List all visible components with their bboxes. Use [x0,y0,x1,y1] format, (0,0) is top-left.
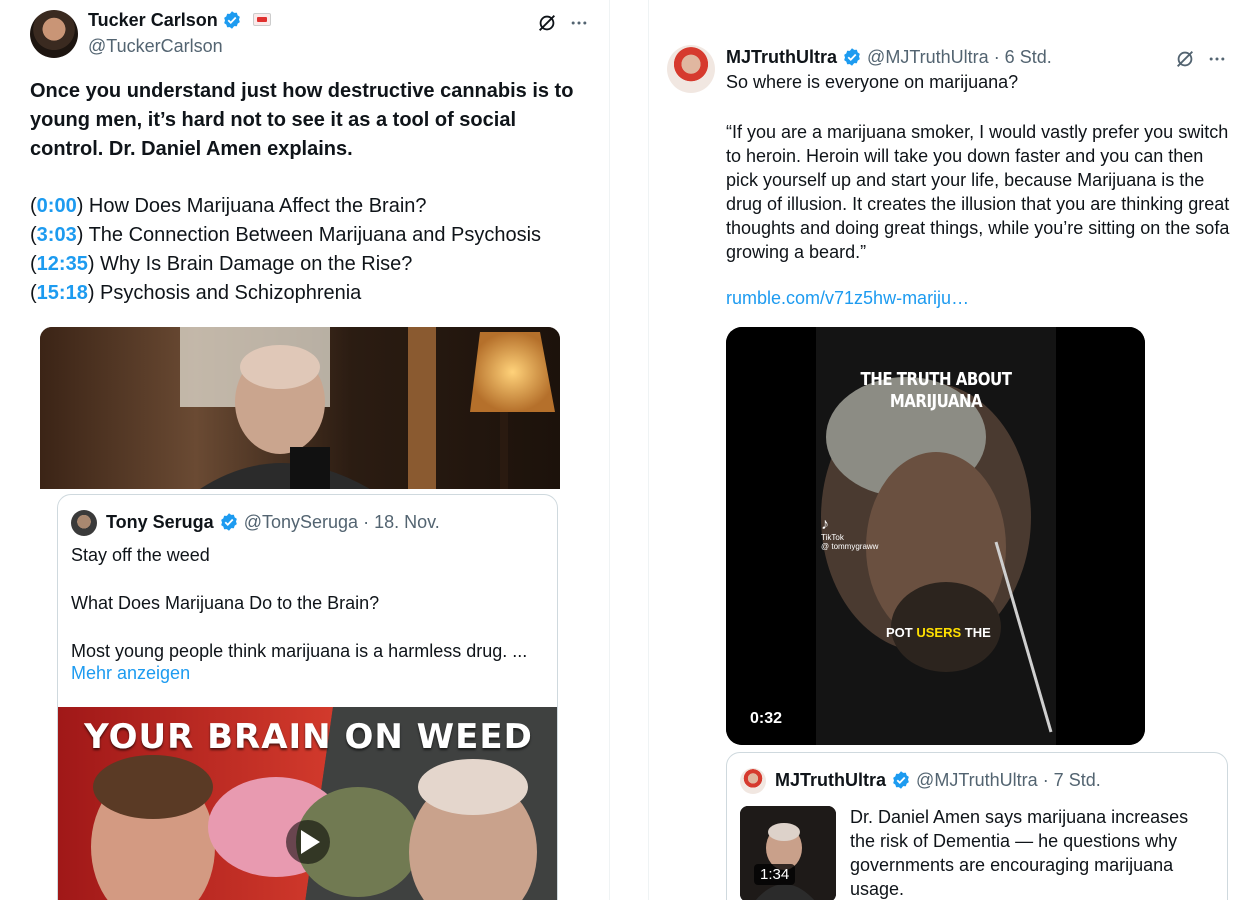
more-options-icon[interactable] [1205,47,1229,71]
chapter-item: (0:00) How Does Marijuana Affect the Bra… [30,195,427,217]
video-player[interactable]: THE TRUTH ABOUT MARIJUANA ♪ TikTok @ tom… [726,327,1145,745]
author-handle[interactable]: @TuckerCarlson [88,36,223,57]
quoted-line: Stay off the weed [71,545,210,565]
author-name[interactable]: MJTruthUltra [726,47,837,67]
post-time[interactable]: · 6 Std. [994,47,1052,67]
quoted-author-handle[interactable]: @MJTruthUltra [916,770,1038,790]
quoted-post[interactable]: MJTruthUltra @MJTruthUltra · 7 Std. 1:34… [726,752,1228,900]
rumble-link[interactable]: rumble.com/v71z5hw-mariju… [726,288,969,309]
grok-icon[interactable] [535,11,559,35]
verified-badge-icon [844,48,860,66]
chapter-title: The Connection Between Marijuana and Psy… [88,224,542,246]
video-caption: POT USERS THE [886,625,991,640]
video-frame [40,327,560,489]
quoted-video-thumbnail[interactable]: 1:34 [740,806,836,900]
quoted-author-name[interactable]: MJTruthUltra [775,770,886,790]
chapter-title: Psychosis and Schizophrenia [100,282,362,304]
affiliate-badge-icon [252,13,271,26]
author-name-row: MJTruthUltra @MJTruthUltra · 6 Std. [726,47,1052,68]
verified-badge-icon [224,11,241,29]
verified-badge-icon [893,771,909,789]
grok-icon[interactable] [1173,47,1197,71]
author-name-row[interactable]: Tucker Carlson [88,10,271,31]
more-options-icon[interactable] [567,11,591,35]
caption-highlight: USERS [916,625,962,640]
video-player[interactable] [40,327,560,489]
chapter-list: (0:00) How Does Marijuana Affect the Bra… [30,192,590,308]
chapter-title: Why Is Brain Damage on the Rise? [100,253,413,275]
quoted-post-time[interactable]: · 7 Std. [1043,770,1101,790]
show-more-link[interactable]: Mehr anzeigen [71,663,190,684]
quoted-video-thumbnail[interactable]: YOUR BRAIN ON WEED [58,707,557,900]
caption-part: THE [961,625,991,640]
video-overlay-title: THE TRUTH ABOUT MARIJUANA [860,368,1012,412]
chapter-item: (3:03) The Connection Between Marijuana … [30,224,542,246]
chapter-item: (12:35) Why Is Brain Damage on the Rise? [30,253,413,275]
right-post: MJTruthUltra @MJTruthUltra · 6 Std. So w… [648,0,1238,900]
quoted-post-text: Dr. Daniel Amen says marijuana increases… [850,807,1189,899]
quoted-line: What Does Marijuana Do to the Brain? [71,593,380,613]
video-duration: 1:34 [754,864,796,885]
tiktok-label: TikTok [821,533,844,542]
quoted-author-avatar[interactable] [740,768,766,794]
post-quote-text: “If you are a marijuana smoker, I would … [726,122,1230,262]
author-handle[interactable]: @MJTruthUltra [867,47,989,67]
quoted-author-row: Tony Seruga @TonySeruga · 18. Nov. [106,512,440,533]
quoted-author-avatar[interactable] [71,510,97,536]
thumbnail-title: YOUR BRAIN ON WEED [84,717,533,757]
caption-part: POT [886,625,917,640]
author-avatar[interactable] [667,45,715,93]
quoted-author-name[interactable]: Tony Seruga [106,512,214,532]
author-avatar[interactable] [30,10,78,58]
quoted-author-handle[interactable]: @TonySeruga [244,512,358,532]
chapter-timestamp-link[interactable]: 0:00 [37,195,77,217]
tiktok-icon: ♪ [821,516,829,533]
verified-badge-icon [220,513,237,531]
thumbnail-image [740,806,836,900]
quoted-line: Most young people think marijuana is a h… [71,641,528,661]
tiktok-user: @ tommygraww [821,542,879,551]
chapter-timestamp-link[interactable]: 3:03 [37,224,77,246]
chapter-item: (15:18) Psychosis and Schizophrenia [30,282,362,304]
author-name[interactable]: Tucker Carlson [88,10,218,30]
quoted-author-row: MJTruthUltra @MJTruthUltra · 7 Std. [775,770,1101,791]
post-text-intro: So where is everyone on marijuana? [726,72,1019,92]
quoted-post[interactable]: Tony Seruga @TonySeruga · 18. Nov. Stay … [57,494,558,900]
post-text: Once you understand just how destructive… [30,80,574,160]
tiktok-watermark: ♪ TikTok @ tommygraww [821,516,879,552]
quoted-post-text: Stay off the weed What Does Marijuana Do… [71,543,551,663]
quoted-post-date[interactable]: · 18. Nov. [363,512,440,532]
video-duration: 0:32 [750,710,783,727]
left-post: Tucker Carlson @TuckerCarlson Once you u… [0,0,610,900]
chapter-timestamp-link[interactable]: 15:18 [37,282,88,304]
chapter-title: How Does Marijuana Affect the Brain? [88,195,427,217]
chapter-timestamp-link[interactable]: 12:35 [37,253,88,275]
